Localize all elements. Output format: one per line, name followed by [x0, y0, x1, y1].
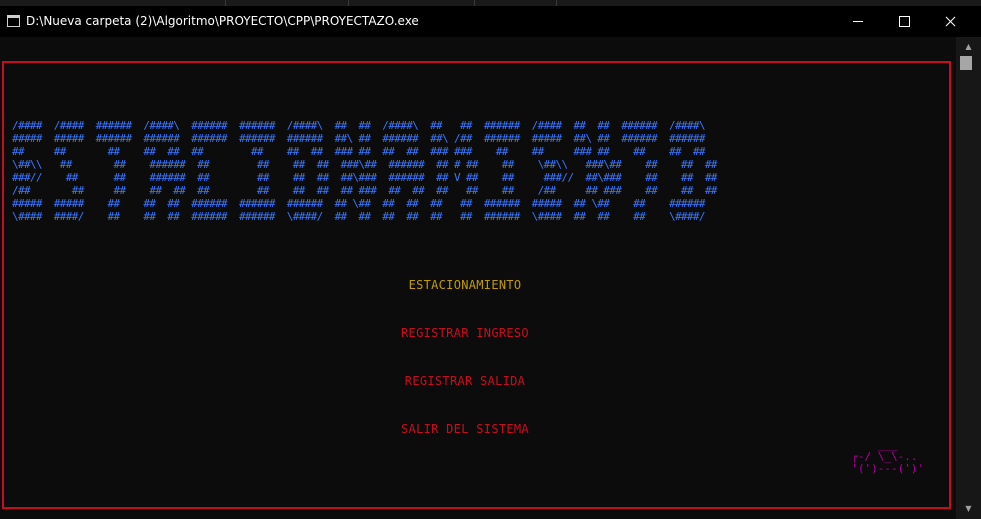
banner-line: \#### ####/ ## ## ## ###### ###### \####… [12, 210, 705, 223]
banner-line: /#### /#### ###### /####\ ###### ###### … [12, 119, 705, 132]
car-ascii-art: ___ ┌-/ \_\-.. '(')---(')' [851, 438, 925, 475]
scroll-down-arrow-icon[interactable]: ▼ [956, 501, 981, 517]
minimize-button[interactable] [835, 6, 881, 37]
menu-item-salir-del-sistema[interactable]: SALIR DEL SISTEMA [0, 422, 930, 436]
menu-item-registrar-salida[interactable]: REGISTRAR SALIDA [0, 374, 930, 388]
window-title: D:\Nueva carpeta (2)\Algoritmo\PROYECTO\… [26, 14, 419, 28]
console-area[interactable]: /#### /#### ###### /####\ ###### ###### … [0, 37, 956, 519]
banner-line: ###// ## ## ###### ## ## ## ## ##\### ##… [12, 171, 717, 184]
vertical-scrollbar[interactable]: ▲ ▼ [956, 37, 981, 519]
title-bar: D:\Nueva carpeta (2)\Algoritmo\PROYECTO\… [0, 6, 981, 37]
banner-line: /## ## ## ## ## ## ## ## ## ## ### ## ##… [12, 184, 717, 197]
banner-line: ##### ##### ###### ###### ###### ###### … [12, 132, 705, 145]
scroll-thumb[interactable] [960, 56, 972, 70]
console-window-icon [7, 15, 20, 27]
minimize-icon [853, 21, 863, 22]
ascii-banner: /#### /#### ###### /####\ ###### ###### … [12, 119, 717, 223]
scroll-up-arrow-icon[interactable]: ▲ [956, 39, 981, 55]
banner-line: \##\\ ## ## ###### ## ## ## ## ###\## ##… [12, 158, 717, 171]
maximize-button[interactable] [881, 6, 927, 37]
maximize-icon [899, 16, 910, 27]
banner-line: ##### ##### ## ## ## ###### ###### #####… [12, 197, 705, 210]
menu-title: ESTACIONAMIENTO [408, 278, 522, 292]
close-button[interactable] [927, 6, 973, 37]
menu-item-registrar-ingreso[interactable]: REGISTRAR INGRESO [0, 326, 930, 340]
banner-line: ## ## ## ## ## ## ## ## ## ### ## ## ## … [12, 145, 705, 158]
